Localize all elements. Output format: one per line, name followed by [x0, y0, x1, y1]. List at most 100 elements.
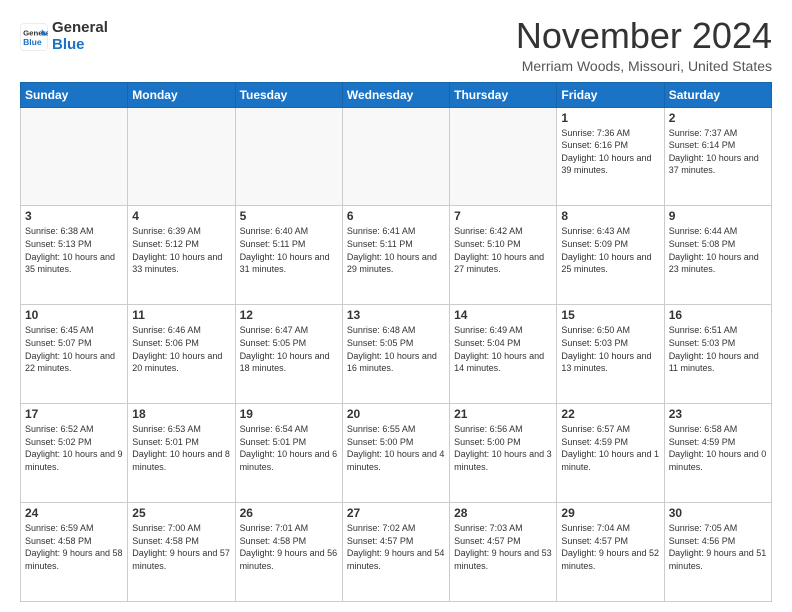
- day-cell-4-2: 18 Sunrise: 6:53 AM Sunset: 5:01 PM Dayli…: [128, 404, 235, 503]
- day-number: 11: [132, 308, 230, 322]
- day-info: Sunrise: 6:49 AM Sunset: 5:04 PM Dayligh…: [454, 324, 552, 374]
- day-cell-3-6: 15 Sunrise: 6:50 AM Sunset: 5:03 PM Dayli…: [557, 305, 664, 404]
- day-cell-1-6: 1 Sunrise: 7:36 AM Sunset: 6:16 PM Daylig…: [557, 107, 664, 206]
- day-info: Sunrise: 7:37 AM Sunset: 6:14 PM Dayligh…: [669, 127, 767, 177]
- day-cell-5-2: 25Sunrise: 7:00 AM Sunset: 4:58 PM Dayli…: [128, 503, 235, 602]
- week-row-1: 1 Sunrise: 7:36 AM Sunset: 6:16 PM Daylig…: [21, 107, 772, 206]
- day-info: Sunrise: 7:05 AM Sunset: 4:56 PM Dayligh…: [669, 522, 767, 572]
- day-cell-2-5: 7 Sunrise: 6:42 AM Sunset: 5:10 PM Daylig…: [450, 206, 557, 305]
- day-number: 25: [132, 506, 230, 520]
- day-number: 26: [240, 506, 338, 520]
- day-number: 14: [454, 308, 552, 322]
- day-number: 5: [240, 209, 338, 223]
- day-cell-3-7: 16 Sunrise: 6:51 AM Sunset: 5:03 PM Dayli…: [664, 305, 771, 404]
- day-number: 21: [454, 407, 552, 421]
- day-info: Sunrise: 6:52 AM Sunset: 5:02 PM Dayligh…: [25, 423, 123, 473]
- day-info: Sunrise: 6:42 AM Sunset: 5:10 PM Dayligh…: [454, 225, 552, 275]
- day-number: 1: [561, 111, 659, 125]
- week-row-2: 3 Sunrise: 6:38 AM Sunset: 5:13 PM Daylig…: [21, 206, 772, 305]
- logo-text: General Blue: [52, 20, 108, 53]
- day-info: Sunrise: 6:39 AM Sunset: 5:12 PM Dayligh…: [132, 225, 230, 275]
- day-cell-2-3: 5Sunrise: 6:40 AM Sunset: 5:11 PM Daylig…: [235, 206, 342, 305]
- week-row-5: 24Sunrise: 6:59 AM Sunset: 4:58 PM Dayli…: [21, 503, 772, 602]
- day-cell-2-4: 6 Sunrise: 6:41 AM Sunset: 5:11 PM Daylig…: [342, 206, 449, 305]
- page: General Blue General Blue November 2024 …: [0, 0, 792, 612]
- header-wednesday: Wednesday: [342, 82, 449, 107]
- header-thursday: Thursday: [450, 82, 557, 107]
- week-row-3: 10Sunrise: 6:45 AM Sunset: 5:07 PM Dayli…: [21, 305, 772, 404]
- day-cell-2-7: 9Sunrise: 6:44 AM Sunset: 5:08 PM Daylig…: [664, 206, 771, 305]
- day-number: 3: [25, 209, 123, 223]
- day-cell-4-1: 17 Sunrise: 6:52 AM Sunset: 5:02 PM Dayli…: [21, 404, 128, 503]
- day-cell-5-4: 27Sunrise: 7:02 AM Sunset: 4:57 PM Dayli…: [342, 503, 449, 602]
- header-friday: Friday: [557, 82, 664, 107]
- day-info: Sunrise: 6:47 AM Sunset: 5:05 PM Dayligh…: [240, 324, 338, 374]
- day-number: 6: [347, 209, 445, 223]
- day-number: 28: [454, 506, 552, 520]
- day-cell-5-3: 26 Sunrise: 7:01 AM Sunset: 4:58 PM Dayli…: [235, 503, 342, 602]
- day-cell-1-2: [128, 107, 235, 206]
- header-tuesday: Tuesday: [235, 82, 342, 107]
- day-number: 19: [240, 407, 338, 421]
- day-info: Sunrise: 7:03 AM Sunset: 4:57 PM Dayligh…: [454, 522, 552, 572]
- day-info: Sunrise: 6:41 AM Sunset: 5:11 PM Dayligh…: [347, 225, 445, 275]
- day-info: Sunrise: 7:02 AM Sunset: 4:57 PM Dayligh…: [347, 522, 445, 572]
- day-cell-2-6: 8 Sunrise: 6:43 AM Sunset: 5:09 PM Daylig…: [557, 206, 664, 305]
- day-number: 4: [132, 209, 230, 223]
- day-cell-3-5: 14 Sunrise: 6:49 AM Sunset: 5:04 PM Dayli…: [450, 305, 557, 404]
- day-number: 23: [669, 407, 767, 421]
- header-saturday: Saturday: [664, 82, 771, 107]
- logo: General Blue General Blue: [20, 20, 108, 53]
- day-info: Sunrise: 7:36 AM Sunset: 6:16 PM Dayligh…: [561, 127, 659, 177]
- day-number: 24: [25, 506, 123, 520]
- day-number: 2: [669, 111, 767, 125]
- day-number: 20: [347, 407, 445, 421]
- day-cell-3-4: 13 Sunrise: 6:48 AM Sunset: 5:05 PM Dayli…: [342, 305, 449, 404]
- day-cell-2-1: 3 Sunrise: 6:38 AM Sunset: 5:13 PM Daylig…: [21, 206, 128, 305]
- day-info: Sunrise: 6:58 AM Sunset: 4:59 PM Dayligh…: [669, 423, 767, 473]
- day-info: Sunrise: 6:51 AM Sunset: 5:03 PM Dayligh…: [669, 324, 767, 374]
- day-cell-3-2: 11 Sunrise: 6:46 AM Sunset: 5:06 PM Dayli…: [128, 305, 235, 404]
- day-info: Sunrise: 6:50 AM Sunset: 5:03 PM Dayligh…: [561, 324, 659, 374]
- day-cell-4-5: 21 Sunrise: 6:56 AM Sunset: 5:00 PM Dayli…: [450, 404, 557, 503]
- day-number: 30: [669, 506, 767, 520]
- week-row-4: 17 Sunrise: 6:52 AM Sunset: 5:02 PM Dayli…: [21, 404, 772, 503]
- day-cell-5-5: 28 Sunrise: 7:03 AM Sunset: 4:57 PM Dayli…: [450, 503, 557, 602]
- header-monday: Monday: [128, 82, 235, 107]
- day-cell-5-6: 29 Sunrise: 7:04 AM Sunset: 4:57 PM Dayli…: [557, 503, 664, 602]
- day-cell-4-4: 20 Sunrise: 6:55 AM Sunset: 5:00 PM Dayli…: [342, 404, 449, 503]
- day-info: Sunrise: 6:57 AM Sunset: 4:59 PM Dayligh…: [561, 423, 659, 473]
- day-info: Sunrise: 6:46 AM Sunset: 5:06 PM Dayligh…: [132, 324, 230, 374]
- day-info: Sunrise: 6:48 AM Sunset: 5:05 PM Dayligh…: [347, 324, 445, 374]
- month-title: November 2024: [516, 16, 772, 56]
- day-number: 7: [454, 209, 552, 223]
- day-cell-3-3: 12Sunrise: 6:47 AM Sunset: 5:05 PM Dayli…: [235, 305, 342, 404]
- calendar: Sunday Monday Tuesday Wednesday Thursday…: [20, 82, 772, 602]
- day-number: 17: [25, 407, 123, 421]
- day-info: Sunrise: 6:43 AM Sunset: 5:09 PM Dayligh…: [561, 225, 659, 275]
- day-number: 15: [561, 308, 659, 322]
- day-cell-4-3: 19Sunrise: 6:54 AM Sunset: 5:01 PM Dayli…: [235, 404, 342, 503]
- day-info: Sunrise: 6:56 AM Sunset: 5:00 PM Dayligh…: [454, 423, 552, 473]
- svg-text:Blue: Blue: [23, 36, 42, 46]
- day-number: 13: [347, 308, 445, 322]
- day-info: Sunrise: 7:04 AM Sunset: 4:57 PM Dayligh…: [561, 522, 659, 572]
- calendar-header-row: Sunday Monday Tuesday Wednesday Thursday…: [21, 82, 772, 107]
- day-number: 9: [669, 209, 767, 223]
- day-info: Sunrise: 6:38 AM Sunset: 5:13 PM Dayligh…: [25, 225, 123, 275]
- day-info: Sunrise: 6:53 AM Sunset: 5:01 PM Dayligh…: [132, 423, 230, 473]
- location-title: Merriam Woods, Missouri, United States: [516, 58, 772, 74]
- day-cell-1-1: [21, 107, 128, 206]
- day-number: 29: [561, 506, 659, 520]
- day-number: 8: [561, 209, 659, 223]
- day-cell-3-1: 10Sunrise: 6:45 AM Sunset: 5:07 PM Dayli…: [21, 305, 128, 404]
- day-number: 18: [132, 407, 230, 421]
- header-sunday: Sunday: [21, 82, 128, 107]
- day-info: Sunrise: 7:01 AM Sunset: 4:58 PM Dayligh…: [240, 522, 338, 572]
- day-info: Sunrise: 6:55 AM Sunset: 5:00 PM Dayligh…: [347, 423, 445, 473]
- header: General Blue General Blue November 2024 …: [20, 16, 772, 74]
- day-number: 22: [561, 407, 659, 421]
- day-number: 16: [669, 308, 767, 322]
- day-cell-1-5: [450, 107, 557, 206]
- day-cell-4-6: 22 Sunrise: 6:57 AM Sunset: 4:59 PM Dayli…: [557, 404, 664, 503]
